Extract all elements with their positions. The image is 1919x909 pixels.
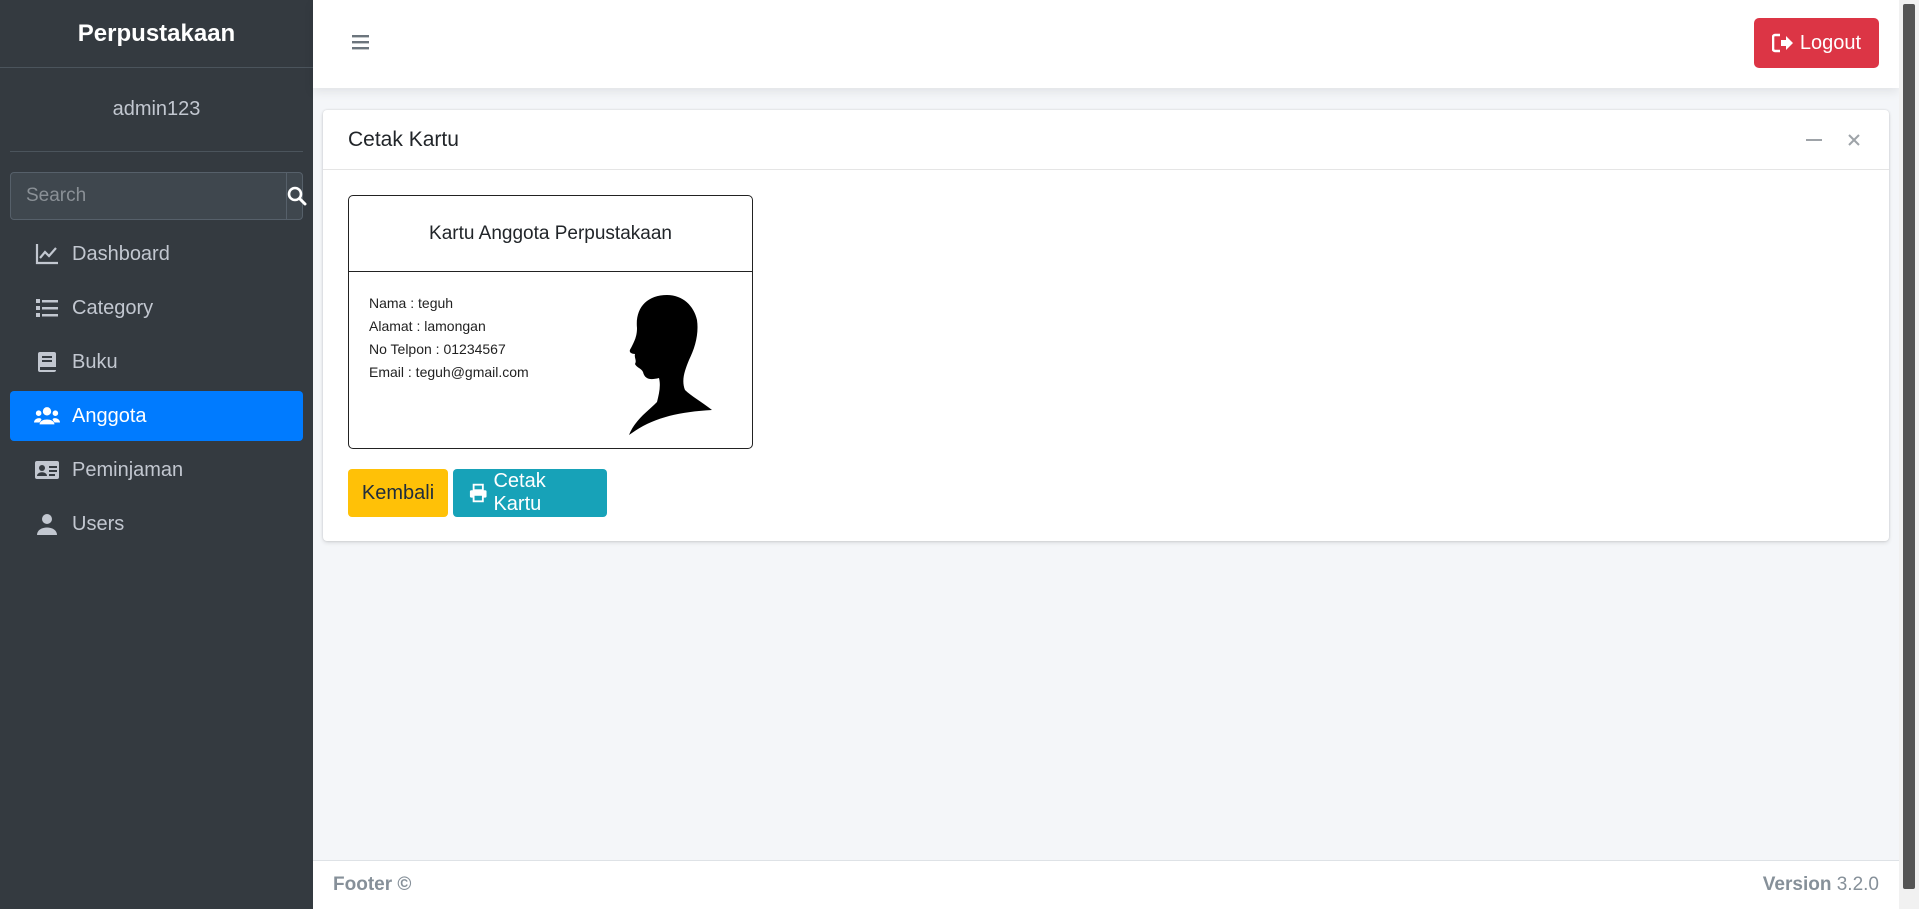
print-label: Cetak Kartu [493, 470, 546, 515]
id-card-icon [34, 457, 60, 483]
back-label: Kembali [361, 481, 435, 504]
top-navbar: Logout [313, 0, 1899, 88]
sidebar-item-dashboard[interactable]: Dashboard [10, 229, 303, 279]
print-card-button[interactable]: Cetak Kartu [453, 469, 607, 517]
sidebar-nav: Dashboard Category Buku Anggota Peminjam… [10, 229, 303, 553]
brand-name[interactable]: Perpustakaan [78, 20, 235, 48]
scrollbar-thumb[interactable] [1903, 4, 1915, 889]
user-name[interactable]: admin123 [113, 98, 201, 121]
search-input[interactable] [11, 173, 286, 219]
action-buttons: Kembali Cetak Kartu [348, 469, 607, 517]
sidebar-item-category[interactable]: Category [10, 283, 303, 333]
sidebar-item-buku[interactable]: Buku [10, 337, 303, 387]
scrollbar[interactable] [1899, 0, 1919, 909]
member-card-body: Nama : teguh Alamat : lamongan No Telpon… [349, 272, 752, 435]
back-button[interactable]: Kembali [348, 469, 448, 517]
sign-out-icon [1771, 33, 1793, 53]
sidebar-search [10, 172, 307, 220]
list-icon [34, 295, 60, 321]
footer-version: Version 3.2.0 [1763, 874, 1879, 896]
sidebar-item-users[interactable]: Users [10, 499, 303, 549]
minimize-icon[interactable] [1804, 130, 1824, 150]
sidebar-item-label: Buku [72, 350, 118, 373]
logout-button[interactable]: Logout [1754, 18, 1879, 68]
card-header: Cetak Kartu [323, 110, 1889, 170]
users-icon [34, 403, 60, 429]
sidebar-item-anggota[interactable]: Anggota [10, 391, 303, 441]
sidebar-item-label: Category [72, 296, 154, 319]
footer: Footer © Version 3.2.0 [313, 860, 1899, 909]
user-icon [34, 511, 60, 537]
user-panel: admin123 [10, 68, 303, 152]
sidebar: Perpustakaan admin123 Dashboard Category… [0, 0, 313, 909]
search-icon [287, 186, 307, 206]
print-icon [469, 483, 487, 503]
sidebar-item-label: Dashboard [72, 242, 170, 265]
menu-toggle-icon[interactable] [351, 32, 371, 52]
book-icon [34, 349, 60, 375]
close-icon[interactable] [1844, 130, 1864, 150]
logout-label: Logout [1799, 31, 1862, 54]
sidebar-item-label: Users [72, 512, 125, 535]
sidebar-item-label: Peminjaman [72, 458, 184, 481]
member-card-heading: Kartu Anggota Perpustakaan [349, 196, 752, 272]
chart-line-icon [34, 241, 60, 267]
sidebar-item-peminjaman[interactable]: Peminjaman [10, 445, 303, 495]
search-button[interactable] [286, 173, 307, 219]
member-card: Kartu Anggota Perpustakaan Nama : teguh … [348, 195, 753, 449]
version-label: Version [1762, 874, 1832, 895]
brand[interactable]: Perpustakaan [0, 0, 313, 68]
member-photo [607, 290, 732, 440]
footer-text: Footer © [333, 874, 412, 895]
sidebar-item-label: Anggota [72, 404, 147, 427]
print-card-panel: Cetak Kartu Kartu Anggota Perpustakaan N… [323, 110, 1889, 541]
version-number: 3.2.0 [1836, 874, 1879, 895]
card-title: Cetak Kartu [348, 127, 459, 151]
